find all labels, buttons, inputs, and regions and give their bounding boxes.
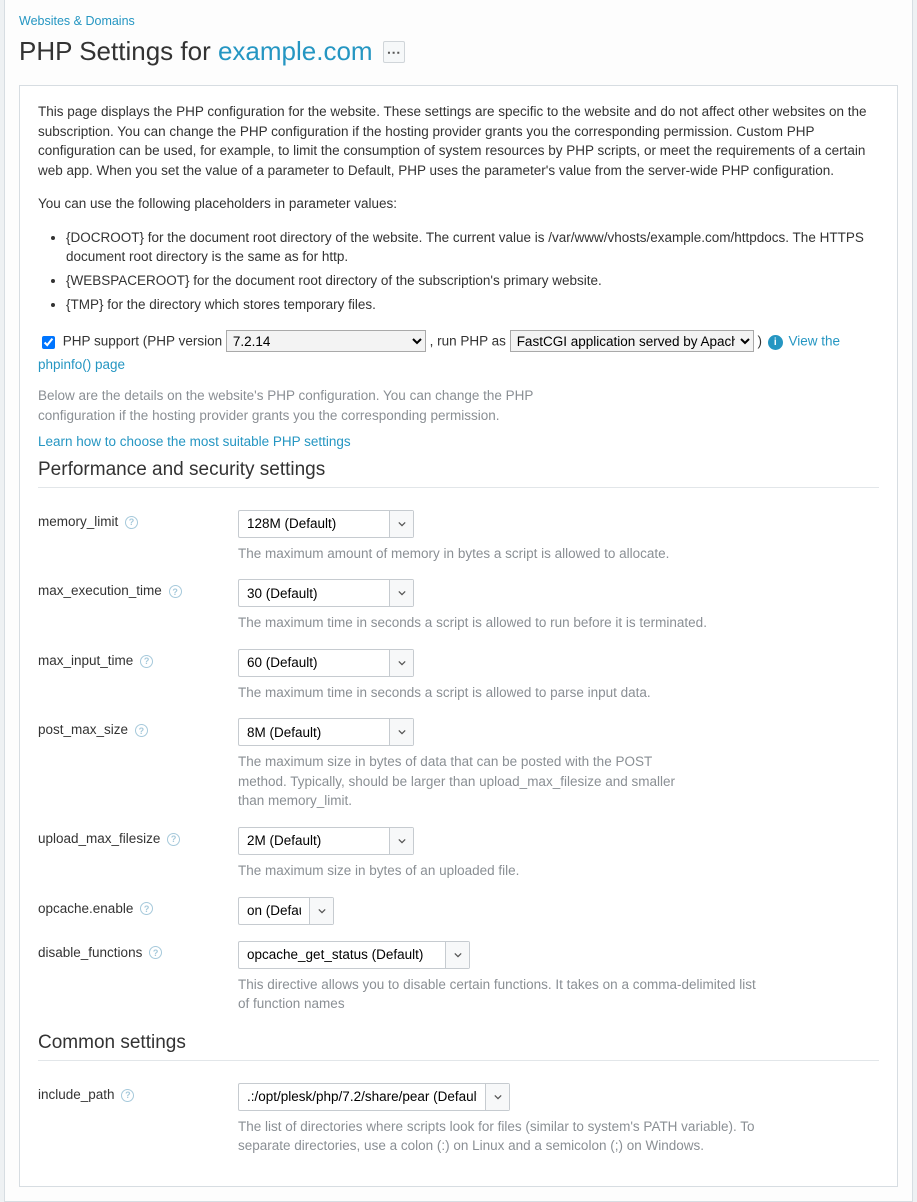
php-support-label: PHP support (PHP version (63, 334, 222, 349)
chevron-down-icon[interactable] (389, 650, 413, 676)
placeholder-docroot: {DOCROOT} for the document root director… (66, 228, 879, 267)
learn-php-settings-link[interactable]: Learn how to choose the most suitable PH… (38, 434, 351, 449)
help-icon[interactable]: ? (140, 902, 153, 915)
chevron-down-icon[interactable] (389, 511, 413, 537)
memory-limit-input[interactable] (239, 511, 389, 537)
intro-paragraph-2: You can use the following placeholders i… (38, 194, 879, 214)
opcache-enable-label: opcache.enable (38, 901, 133, 916)
php-run-as-select[interactable]: FastCGI application served by Apache (510, 330, 754, 352)
info-icon[interactable]: i (768, 335, 783, 350)
max-execution-time-input[interactable] (239, 580, 389, 606)
max-input-time-input[interactable] (239, 650, 389, 676)
content-panel: This page displays the PHP configuration… (19, 85, 898, 1187)
opcache-enable-input[interactable] (239, 898, 309, 924)
upload-max-filesize-label: upload_max_filesize (38, 831, 160, 846)
help-icon[interactable]: ? (169, 585, 182, 598)
post-max-size-hint: The maximum size in bytes of data that c… (238, 752, 698, 811)
memory-limit-label: memory_limit (38, 514, 118, 529)
placeholder-webspaceroot: {WEBSPACEROOT} for the document root dir… (66, 271, 879, 291)
upload-max-filesize-hint: The maximum size in bytes of an uploaded… (238, 861, 758, 881)
chevron-down-icon[interactable] (389, 719, 413, 745)
run-as-label: , run PHP as (430, 334, 506, 349)
help-icon[interactable]: ? (135, 724, 148, 737)
chevron-down-icon[interactable] (389, 580, 413, 606)
max-input-time-label: max_input_time (38, 653, 133, 668)
help-icon[interactable]: ? (121, 1089, 134, 1102)
chevron-down-icon[interactable] (389, 828, 413, 854)
page-title-bar: PHP Settings for example.com ⋯ (5, 32, 912, 85)
max-execution-time-hint: The maximum time in seconds a script is … (238, 613, 758, 633)
close-paren: ) (757, 334, 762, 349)
memory-limit-hint: The maximum amount of memory in bytes a … (238, 544, 758, 564)
post-max-size-input[interactable] (239, 719, 389, 745)
post-max-size-label: post_max_size (38, 722, 128, 737)
disable-functions-label: disable_functions (38, 945, 142, 960)
page-title-domain: example.com (218, 36, 373, 66)
help-icon[interactable]: ? (125, 516, 138, 529)
help-icon[interactable]: ? (149, 946, 162, 959)
section-performance-security: Performance and security settings (38, 459, 879, 481)
section-common-settings: Common settings (38, 1032, 879, 1054)
page-title-prefix: PHP Settings for (19, 36, 218, 66)
upload-max-filesize-input[interactable] (239, 828, 389, 854)
breadcrumb-websites-domains[interactable]: Websites & Domains (19, 14, 135, 28)
divider (38, 1060, 879, 1061)
chevron-down-icon[interactable] (309, 898, 333, 924)
config-note: Below are the details on the website's P… (38, 386, 558, 425)
include-path-hint: The list of directories where scripts lo… (238, 1117, 758, 1156)
divider (38, 487, 879, 488)
chevron-down-icon[interactable] (445, 942, 469, 968)
help-icon[interactable]: ? (167, 833, 180, 846)
max-execution-time-label: max_execution_time (38, 583, 162, 598)
include-path-label: include_path (38, 1087, 115, 1102)
disable-functions-input[interactable] (239, 942, 445, 968)
placeholder-list: {DOCROOT} for the document root director… (38, 228, 879, 314)
php-support-checkbox[interactable] (42, 336, 55, 349)
placeholder-tmp: {TMP} for the directory which stores tem… (66, 295, 879, 315)
include-path-input[interactable] (239, 1084, 485, 1110)
max-input-time-hint: The maximum time in seconds a script is … (238, 683, 758, 703)
help-icon[interactable]: ? (140, 655, 153, 668)
page-title: PHP Settings for example.com (19, 36, 373, 67)
disable-functions-hint: This directive allows you to disable cer… (238, 975, 758, 1014)
php-version-select[interactable]: 7.2.14 (226, 330, 426, 352)
chevron-down-icon[interactable] (485, 1084, 509, 1110)
intro-paragraph-1: This page displays the PHP configuration… (38, 102, 879, 180)
more-actions-button[interactable]: ⋯ (383, 41, 405, 63)
